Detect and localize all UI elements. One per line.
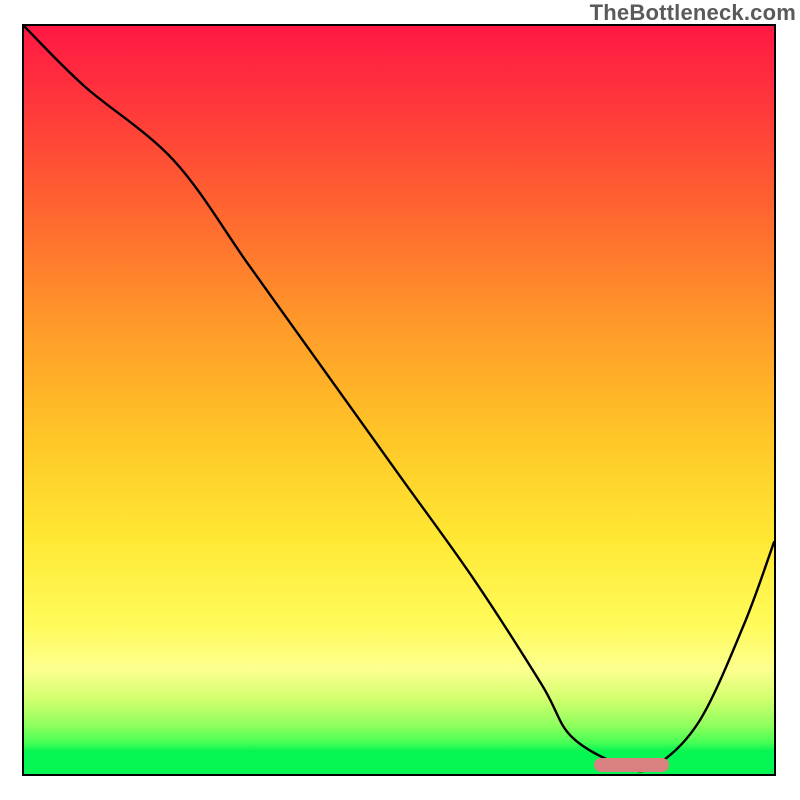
bottleneck-curve-path bbox=[24, 26, 774, 771]
optimum-range-marker bbox=[594, 758, 669, 772]
attribution-text: TheBottleneck.com bbox=[590, 0, 796, 26]
bottleneck-curve-svg bbox=[24, 26, 774, 774]
chart-heat-plot bbox=[22, 24, 776, 776]
